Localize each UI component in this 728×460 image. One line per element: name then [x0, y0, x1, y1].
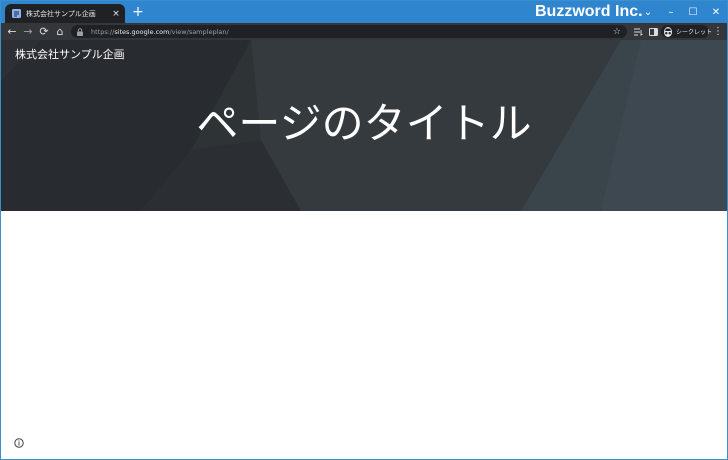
brand-watermark: Buzzword Inc. — [535, 3, 643, 20]
browser-menu-icon[interactable]: ⋮ — [712, 23, 724, 40]
new-tab-button[interactable]: + — [131, 4, 145, 20]
home-button[interactable]: ⌂ — [53, 23, 67, 40]
side-panel-icon[interactable] — [646, 23, 660, 40]
url-scheme: https:// — [91, 27, 115, 36]
close-window-button[interactable]: ✕ — [705, 1, 727, 23]
url-text[interactable]: https://sites.google.com/view/sampleplan… — [91, 28, 613, 36]
page-title: ページのタイトル — [196, 99, 532, 148]
url-host: sites.google.com — [114, 27, 170, 36]
back-button[interactable]: ← — [5, 23, 19, 40]
browser-tab[interactable]: 株式会社サンプル企画 × — [5, 4, 125, 23]
incognito-icon — [664, 26, 672, 37]
url-path: /view/sampleplan/ — [169, 27, 229, 36]
maximize-button[interactable]: ☐ — [682, 1, 704, 23]
browser-toolbar: ← → ⟳ ⌂ https://sites.google.com/view/sa… — [1, 23, 727, 40]
browser-window: 株式会社サンプル企画 × + Buzzword Inc. ⌄ – ☐ ✕ ← →… — [0, 0, 728, 460]
sites-icon — [11, 9, 21, 19]
info-icon[interactable] — [13, 437, 25, 449]
site-header-banner: 株式会社サンプル企画 ページのタイトル — [1, 40, 727, 211]
site-name[interactable]: 株式会社サンプル企画 — [15, 48, 125, 62]
page-body — [1, 211, 727, 459]
tab-title: 株式会社サンプル企画 — [26, 9, 96, 18]
reading-list-icon[interactable] — [631, 23, 645, 40]
close-tab-icon[interactable]: × — [111, 9, 121, 19]
tab-strip: 株式会社サンプル企画 × + Buzzword Inc. ⌄ – ☐ ✕ — [1, 1, 727, 23]
lock-icon[interactable] — [77, 27, 85, 36]
incognito-label: シークレット — [676, 29, 713, 36]
address-bar[interactable]: https://sites.google.com/view/sampleplan… — [71, 25, 627, 38]
reload-button[interactable]: ⟳ — [37, 23, 51, 40]
minimize-button[interactable]: – — [660, 1, 682, 23]
tab-search-icon[interactable]: ⌄ — [637, 1, 659, 23]
forward-button[interactable]: → — [21, 23, 35, 40]
bookmark-star-icon[interactable]: ☆ — [613, 27, 621, 37]
incognito-profile-button[interactable]: シークレット — [661, 25, 713, 38]
